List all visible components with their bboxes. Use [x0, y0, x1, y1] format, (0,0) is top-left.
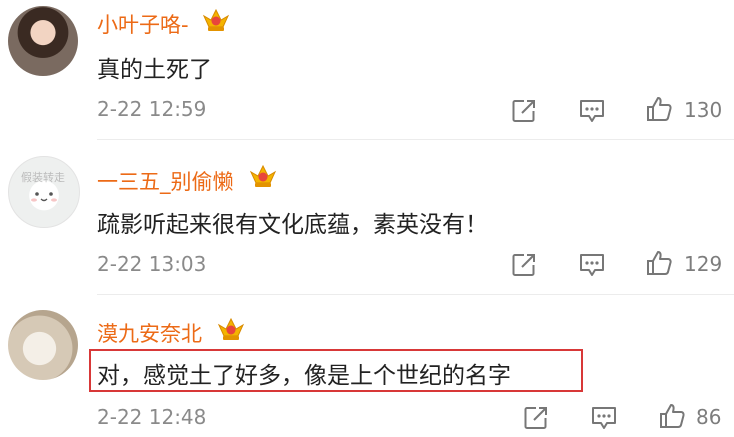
avatar[interactable] — [8, 310, 78, 380]
comment-icon[interactable] — [590, 404, 618, 432]
comment-text: 真的土死了 — [97, 57, 212, 83]
like-icon[interactable] — [645, 249, 673, 277]
like-count: 130 — [684, 98, 723, 122]
like-icon[interactable] — [658, 402, 686, 430]
divider — [97, 294, 734, 295]
crown-badge-icon — [202, 8, 230, 31]
avatar[interactable]: 假装转走 — [8, 156, 80, 228]
share-icon[interactable] — [510, 97, 538, 125]
username[interactable]: 漠九安奈北 — [97, 318, 202, 348]
like-count: 129 — [684, 252, 723, 276]
share-icon[interactable] — [510, 251, 538, 279]
divider — [97, 139, 734, 140]
avatar[interactable] — [8, 6, 78, 76]
share-icon[interactable] — [522, 404, 550, 432]
like-count: 86 — [696, 405, 722, 429]
comment-icon[interactable] — [578, 97, 606, 125]
crown-badge-icon — [217, 317, 245, 340]
avatar-text: 假装转走 — [21, 171, 65, 184]
timestamp: 2-22 13:03 — [97, 252, 207, 276]
like-icon[interactable] — [645, 95, 673, 123]
timestamp: 2-22 12:59 — [97, 97, 207, 121]
username[interactable]: 一三五_别偷懒 — [97, 166, 234, 196]
crown-badge-icon — [249, 164, 277, 187]
timestamp: 2-22 12:48 — [97, 405, 207, 429]
bunny-face-icon — [31, 192, 57, 202]
comment-text: 疏影听起来很有文化底蕴，素英没有！ — [97, 212, 488, 238]
comment-text: 对，感觉土了好多，像是上个世纪的名字 — [97, 363, 511, 389]
comment-icon[interactable] — [578, 251, 606, 279]
username[interactable]: 小叶子咯- — [97, 9, 189, 39]
